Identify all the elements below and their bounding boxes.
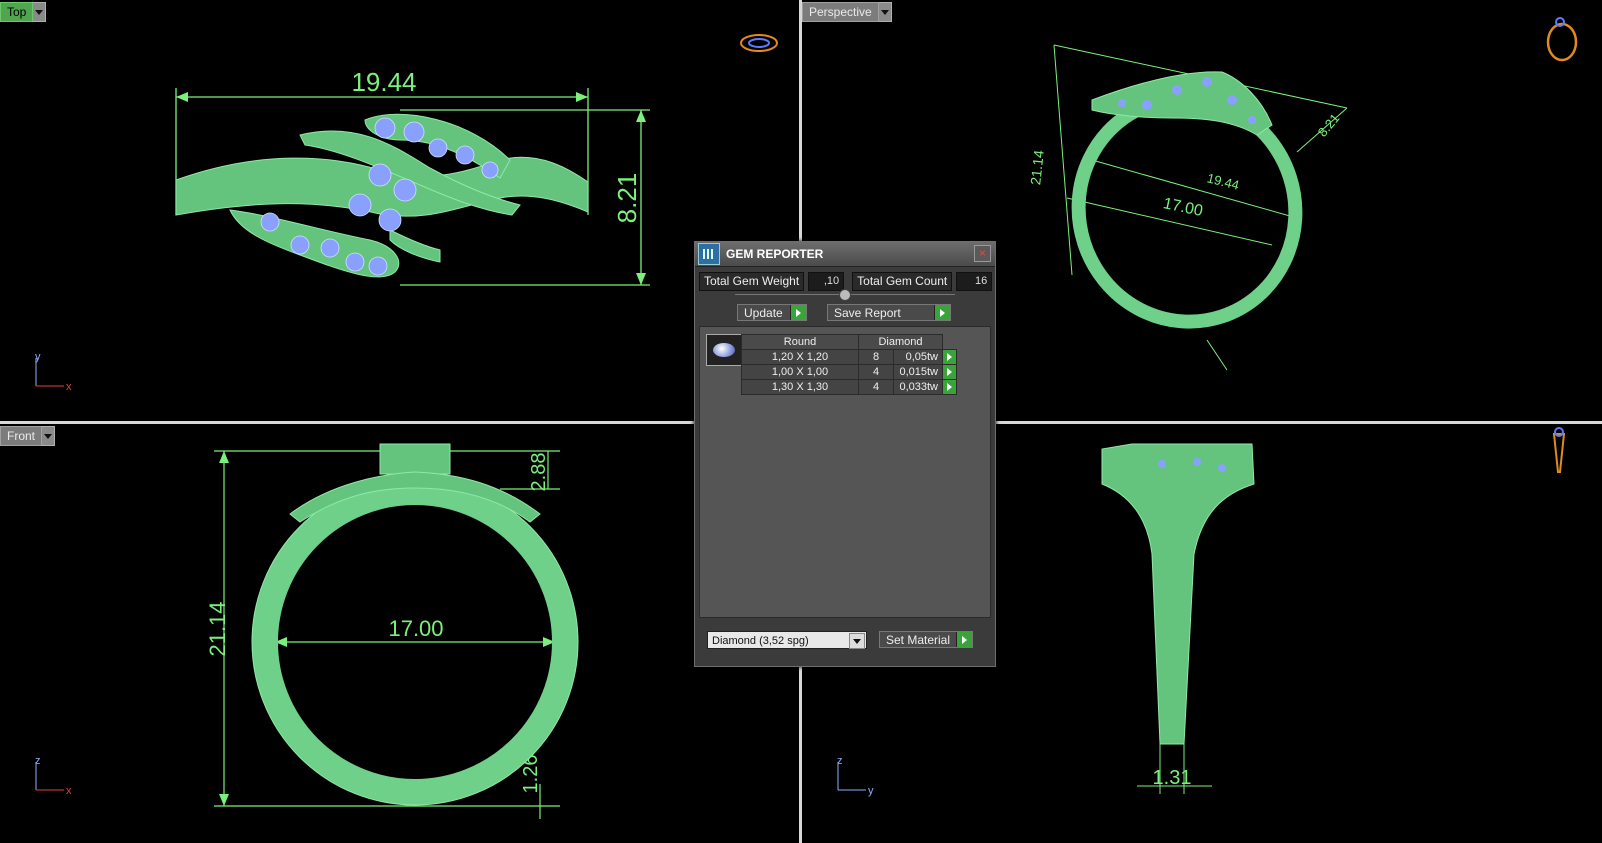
viewport-perspective-label[interactable]: Perspective: [802, 2, 892, 22]
round-gem-icon: [706, 334, 742, 366]
material-select-value: Diamond (3,52 spg): [712, 635, 809, 647]
save-report-label: Save Report: [834, 306, 901, 320]
viewport-perspective-dropdown[interactable]: [878, 2, 892, 22]
chevron-down-icon: [35, 9, 44, 15]
gem-weight: 0,015tw: [893, 364, 943, 380]
ring-side-icon: [1552, 427, 1566, 473]
viewport-front-dropdown[interactable]: [42, 426, 56, 446]
header-shape: Round: [741, 334, 859, 350]
axis-y-label: y: [35, 351, 41, 363]
gem-table: Round Diamond 1,20 X 1,20 8 0,05tw 1,00 …: [741, 334, 957, 395]
dim-front-top: 2.88: [528, 453, 550, 492]
header-material: Diamond: [858, 334, 943, 350]
chevron-down-icon[interactable]: [849, 633, 865, 649]
gem-reporter-dialog: GEM REPORTER × Total Gem Weight ,10 Tota…: [694, 241, 996, 667]
select-row-button[interactable]: [942, 349, 957, 365]
axis-x-label: x: [66, 381, 72, 393]
select-row-button[interactable]: [942, 364, 957, 380]
slider-handle[interactable]: [839, 289, 851, 301]
viewport-front-label[interactable]: Front: [0, 426, 56, 446]
viewport-top-label[interactable]: Top: [0, 2, 47, 22]
gem-size: 1,20 X 1,20: [741, 349, 859, 365]
save-report-button[interactable]: Save Report: [827, 304, 951, 321]
select-row-button[interactable]: [942, 379, 957, 395]
play-icon: [934, 305, 950, 320]
gem-size: 1,30 X 1,30: [741, 379, 859, 395]
dim-persp-side: 8.21: [1315, 111, 1343, 140]
total-count-value: 16: [956, 272, 993, 291]
axis-y-label: y: [868, 785, 874, 797]
play-icon: [790, 305, 806, 320]
material-select[interactable]: Diamond (3,52 spg): [707, 631, 867, 649]
chevron-down-icon: [880, 9, 889, 15]
viewport-perspective-name[interactable]: Perspective: [802, 2, 879, 22]
top-view-model: 19.44 8.21 y x: [35, 34, 778, 393]
viewport-top-dropdown[interactable]: [33, 2, 47, 22]
report-slider[interactable]: [735, 289, 955, 301]
total-count-label: Total Gem Count: [852, 272, 953, 291]
gem-icon: [698, 243, 720, 265]
viewport-top[interactable]: 19.44 8.21 y x Top: [0, 0, 799, 421]
axis-z-label: z: [837, 755, 843, 767]
total-weight-value: ,10: [808, 272, 845, 291]
table-header-row: Round Diamond: [741, 334, 957, 350]
update-button[interactable]: Update: [737, 304, 807, 321]
axis-x-label: x: [66, 785, 72, 797]
chevron-down-icon: [44, 433, 53, 439]
ring-top-icon: [740, 34, 778, 52]
gem-count: 8: [858, 349, 894, 365]
dim-side-band: 1.31: [1153, 767, 1192, 789]
dim-persp-height: 21.14: [1027, 149, 1047, 186]
dim-persp-width: 19.44: [1205, 170, 1240, 192]
play-icon: [956, 632, 972, 647]
gem-weight: 0,033tw: [893, 379, 943, 395]
update-button-label: Update: [744, 306, 783, 320]
gem-count: 4: [858, 379, 894, 395]
gem-weight: 0,05tw: [893, 349, 943, 365]
set-material-button[interactable]: Set Material: [879, 631, 973, 648]
table-row[interactable]: 1,30 X 1,30 4 0,033tw: [741, 379, 957, 395]
gem-list-panel: Round Diamond 1,20 X 1,20 8 0,05tw 1,00 …: [699, 326, 991, 618]
close-icon[interactable]: ×: [974, 245, 991, 262]
dim-persp-inner: 17.00: [1162, 195, 1205, 220]
axis-z-label: z: [35, 755, 41, 767]
table-row[interactable]: 1,20 X 1,20 8 0,05tw: [741, 349, 957, 365]
gem-size: 1,00 X 1,00: [741, 364, 859, 380]
dialog-title: GEM REPORTER: [726, 247, 824, 261]
viewport-front[interactable]: 21.14 17.00 2.88 1.26 z x Front: [0, 424, 799, 843]
gem-count: 4: [858, 364, 894, 380]
dim-front-inner: 17.00: [388, 616, 443, 641]
set-material-label: Set Material: [886, 633, 951, 647]
viewport-front-name[interactable]: Front: [0, 426, 43, 446]
total-weight-label: Total Gem Weight: [699, 272, 805, 291]
front-view-model: 21.14 17.00 2.88 1.26 z x: [35, 443, 579, 819]
viewport-top-name[interactable]: Top: [0, 2, 34, 22]
ring-perspective-icon: [1546, 17, 1578, 62]
dim-top-height: 8.21: [612, 173, 642, 224]
table-row[interactable]: 1,00 X 1,00 4 0,015tw: [741, 364, 957, 380]
dialog-titlebar[interactable]: GEM REPORTER ×: [695, 242, 995, 267]
dim-front-height: 21.14: [205, 601, 230, 656]
dim-top-width: 19.44: [351, 67, 416, 97]
